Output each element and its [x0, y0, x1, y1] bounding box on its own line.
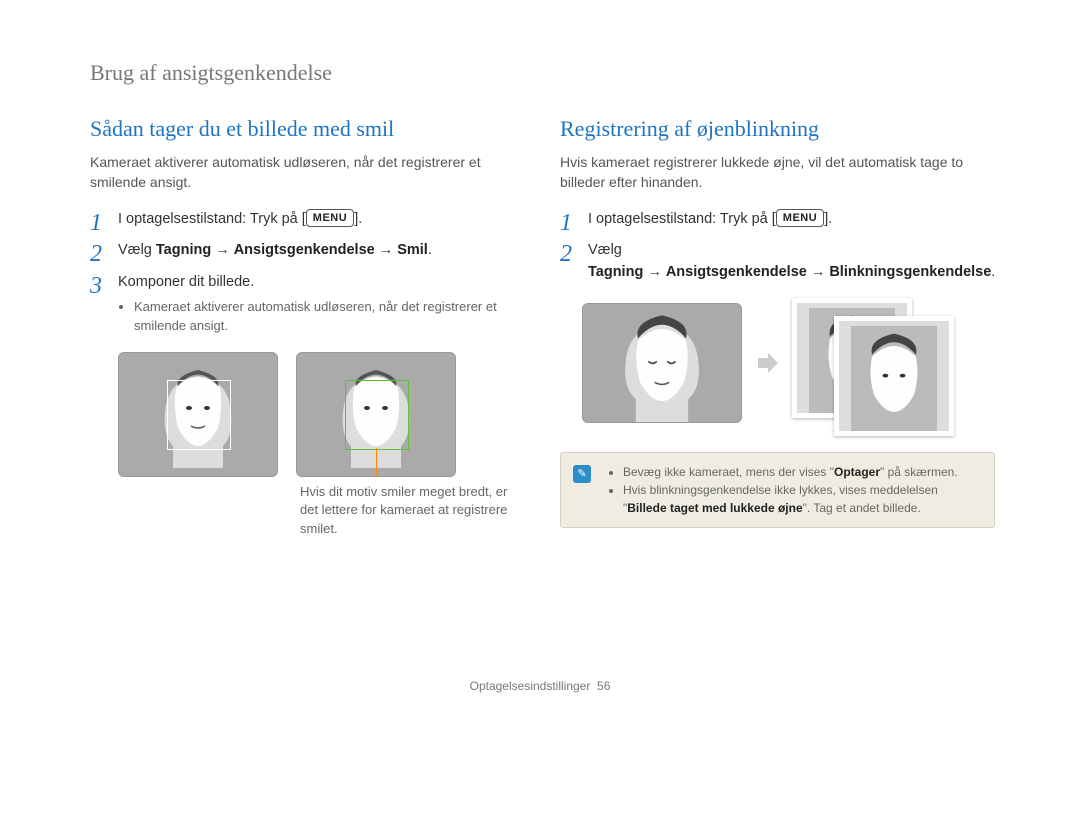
- right-title: Registrering af øjenblinkning: [560, 116, 995, 142]
- smile-images: [118, 352, 520, 477]
- left-step-2: Vælg Tagning→Ansigtsgenkendelse→Smil.: [90, 240, 520, 262]
- arrow-right-icon: [754, 350, 780, 376]
- arrow-icon: →: [811, 264, 826, 280]
- blink-result-row: [582, 298, 995, 428]
- left-title: Sådan tager du et billede med smil: [90, 116, 520, 142]
- face-small-open: [850, 326, 938, 431]
- note2-post: ". Tag et andet billede.: [803, 501, 921, 515]
- r-step2-post: .: [991, 264, 995, 280]
- callout-line: [376, 448, 377, 477]
- step2-pre: Vælg: [118, 242, 156, 258]
- left-column: Sådan tager du et billede med smil Kamer…: [90, 116, 520, 539]
- smile-caption: Hvis dit motiv smiler meget bredt, er de…: [300, 483, 520, 540]
- right-column: Registrering af øjenblinkning Hvis kamer…: [560, 116, 995, 539]
- arrow-icon: →: [379, 242, 394, 258]
- step1-pre: I optagelsestilstand: Tryk på [: [118, 211, 306, 227]
- right-step-1: I optagelsestilstand: Tryk på [MENU].: [560, 209, 995, 231]
- menu-chip: MENU: [306, 209, 354, 228]
- r-step2-b1: Tagning: [588, 264, 643, 280]
- step2-b1: Tagning: [156, 242, 211, 258]
- arrow-icon: →: [215, 242, 230, 258]
- blink-source-frame: [582, 303, 742, 423]
- photo-stack: [792, 298, 962, 428]
- r-step2-b2: Ansigtsgenkendelse: [666, 264, 807, 280]
- right-steps: I optagelsestilstand: Tryk på [MENU]. Væ…: [560, 209, 995, 284]
- note1-pre: Bevæg ikke kameraet, mens der vises ": [623, 465, 834, 479]
- face-frame-neutral: [118, 352, 278, 477]
- r-step2-pre: Vælg: [588, 242, 622, 258]
- face-eyes-closed: [612, 307, 712, 422]
- detection-box-green: [345, 380, 409, 450]
- note-item-1: Bevæg ikke kameraet, mens der vises "Opt…: [623, 463, 980, 481]
- detection-box: [167, 380, 231, 450]
- right-intro: Hvis kameraet registrerer lukkede øjne, …: [560, 152, 995, 193]
- footer-page: 56: [597, 679, 610, 693]
- r-step1-pre: I optagelsestilstand: Tryk på [: [588, 211, 776, 227]
- arrow-icon: →: [647, 264, 662, 280]
- info-icon: ✎: [573, 465, 591, 483]
- note1-bold: Optager: [834, 465, 880, 479]
- r-step2-b3: Blinkningsgenkendelse: [829, 264, 991, 280]
- step2-post: .: [428, 242, 432, 258]
- note-item-2: Hvis blinkningsgenkendelse ikke lykkes, …: [623, 481, 980, 517]
- step3-bullet: Kameraet aktiverer automatisk udløseren,…: [134, 298, 520, 336]
- left-intro: Kameraet aktiverer automatisk udløseren,…: [90, 152, 520, 193]
- note1-post: " på skærmen.: [880, 465, 958, 479]
- step3-text: Komponer dit billede.: [118, 274, 254, 290]
- breadcrumb: Brug af ansigtsgenkendelse: [90, 60, 990, 86]
- menu-chip: MENU: [776, 209, 824, 228]
- photo-front: [834, 316, 954, 436]
- face-frame-smile: [296, 352, 456, 477]
- right-step-2: Vælg Tagning→Ansigtsgenkendelse→Blinknin…: [560, 240, 995, 284]
- page-footer: Optagelsesindstillinger 56: [90, 679, 990, 693]
- r-step1-post: ].: [824, 211, 832, 227]
- left-step-1: I optagelsestilstand: Tryk på [MENU].: [90, 209, 520, 231]
- step2-b3: Smil: [397, 242, 428, 258]
- left-step-3: Komponer dit billede. Kameraet aktiverer…: [90, 272, 520, 335]
- footer-section: Optagelsesindstillinger: [470, 679, 591, 693]
- note2-bold: Billede taget med lukkede øjne: [627, 501, 802, 515]
- note-box: ✎ Bevæg ikke kameraet, mens der vises "O…: [560, 452, 995, 528]
- step1-post: ].: [354, 211, 362, 227]
- step2-b2: Ansigtsgenkendelse: [234, 242, 375, 258]
- left-steps: I optagelsestilstand: Tryk på [MENU]. Væ…: [90, 209, 520, 336]
